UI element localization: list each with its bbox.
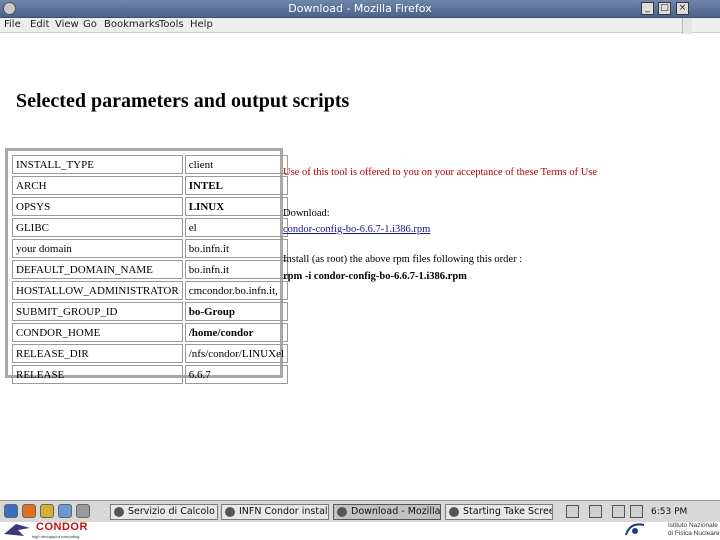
param-value: INTEL: [184, 176, 289, 195]
param-value: LINUX: [184, 197, 289, 216]
taskbar-clock: 6:53 PM: [651, 507, 688, 517]
download-rpm-link[interactable]: condor-config-bo-6.6.7-1.i386.rpm: [283, 224, 430, 235]
param-value: /home/condor: [184, 323, 289, 342]
param-row: RELEASE 6.6.7: [12, 365, 289, 384]
param-value: el: [184, 218, 289, 237]
task-button-4[interactable]: Starting Take Scree...: [445, 504, 553, 520]
menu-view[interactable]: View: [55, 19, 79, 30]
window-titlebar[interactable]: Download - Mozilla Firefox _ □ ×: [0, 0, 720, 18]
condor-bird-icon: [4, 524, 30, 536]
param-row: your domain bo.infn.it: [12, 239, 289, 258]
taskbar: Servizio di Calcolo ... INFN Condor inst…: [0, 500, 720, 522]
terms-notice: Use of this tool is offered to you on yo…: [283, 167, 597, 178]
quick-launch: [4, 504, 96, 520]
param-value: 6.6.7: [184, 365, 289, 384]
browser-icon[interactable]: [22, 504, 36, 518]
app-icon: [225, 507, 235, 517]
app-icon: [449, 507, 459, 517]
param-row: ARCH INTEL: [12, 176, 289, 195]
param-value: bo-Group: [184, 302, 289, 321]
param-key: ARCH: [12, 176, 183, 195]
param-value: bo.infn.it: [184, 239, 289, 258]
param-key: RELEASE: [12, 365, 183, 384]
param-key: DEFAULT_DOMAIN_NAME: [12, 260, 183, 279]
condor-logo-word: CONDOR: [36, 521, 88, 533]
param-row: RELEASE_DIR/nfs/condor/LINUXel: [12, 344, 289, 363]
condor-logo: CONDOR high throughput computing: [2, 520, 94, 540]
task-button-2[interactable]: INFN Condor install...: [221, 504, 329, 520]
window-title: Download - Mozilla Firefox: [288, 2, 432, 15]
menu-go[interactable]: Go: [83, 19, 97, 30]
institute-name: Istituto Nazionale di Fisica Nucleare: [668, 522, 720, 537]
param-key: SUBMIT_GROUP_ID: [12, 302, 183, 321]
param-row: DEFAULT_DOMAIN_NAME bo.infn.it: [12, 260, 289, 279]
page-heading: Selected parameters and output scripts: [16, 90, 350, 112]
param-row: GLIBC el: [12, 218, 289, 237]
parameters-table: INSTALL_TYPE client ARCH INTEL OPSYS LINUX GLI…: [5, 148, 289, 384]
param-row: CONDOR_HOME/home/condor: [12, 323, 289, 342]
menu-help[interactable]: Help: [190, 19, 213, 30]
param-row: OPSYS LINUX: [12, 197, 289, 216]
param-key: GLIBC: [12, 218, 183, 237]
close-button[interactable]: ×: [676, 2, 689, 15]
param-key: HOSTALLOW_ADMINISTRATOR: [12, 281, 183, 300]
param-key: CONDOR_HOME: [12, 323, 183, 342]
workspace-2[interactable]: [589, 505, 602, 518]
app-icon: [114, 507, 124, 517]
terms-notice-text: Use of this tool is offered to you on yo…: [283, 167, 541, 178]
menu-bookmarks[interactable]: Bookmarks: [104, 19, 160, 30]
maximize-button[interactable]: □: [658, 2, 671, 15]
terminal-icon[interactable]: [76, 504, 90, 518]
toolbar-grip: [682, 18, 692, 34]
param-key: RELEASE_DIR: [12, 344, 183, 363]
install-instructions: Install (as root) the above rpm files fo…: [283, 254, 523, 265]
task-button-3[interactable]: Download - Mozilla ...: [333, 504, 441, 520]
menu-bar: File Edit View Go Bookmarks Tools Help: [0, 18, 720, 33]
minimize-button[interactable]: _: [641, 2, 654, 15]
param-value: bo.infn.it: [184, 260, 289, 279]
param-row: INSTALL_TYPE client: [12, 155, 289, 174]
condor-logo-tagline: high throughput computing: [32, 534, 80, 539]
app-icon: [337, 507, 347, 517]
mail-icon[interactable]: [40, 504, 54, 518]
infn-logo-icon: [625, 523, 645, 536]
office-icon[interactable]: [58, 504, 72, 518]
param-key: your domain: [12, 239, 183, 258]
download-label: Download:: [283, 208, 330, 219]
terms-of-use-link[interactable]: Terms of Use: [541, 167, 597, 178]
param-key: INSTALL_TYPE: [12, 155, 183, 174]
menu-tools[interactable]: Tools: [159, 19, 184, 30]
menu-file[interactable]: File: [4, 19, 21, 30]
param-value: client: [184, 155, 289, 174]
workspace-3[interactable]: [612, 505, 625, 518]
task-button-1[interactable]: Servizio di Calcolo ...: [110, 504, 218, 520]
param-row: SUBMIT_GROUP_ID bo-Group: [12, 302, 289, 321]
menu-edit[interactable]: Edit: [30, 19, 49, 30]
workspace-1[interactable]: [566, 505, 579, 518]
param-value: cmcondor.bo.infn.it,: [184, 281, 289, 300]
param-key: OPSYS: [12, 197, 183, 216]
param-row: HOSTALLOW_ADMINISTRATOR cmcondor.bo.infn.…: [12, 281, 289, 300]
install-command: rpm -i condor-config-bo-6.6.7-1.i386.rpm: [283, 271, 467, 282]
param-value: /nfs/condor/LINUXel: [184, 344, 289, 363]
workspace-4[interactable]: [630, 505, 643, 518]
fedora-icon[interactable]: [4, 504, 18, 518]
